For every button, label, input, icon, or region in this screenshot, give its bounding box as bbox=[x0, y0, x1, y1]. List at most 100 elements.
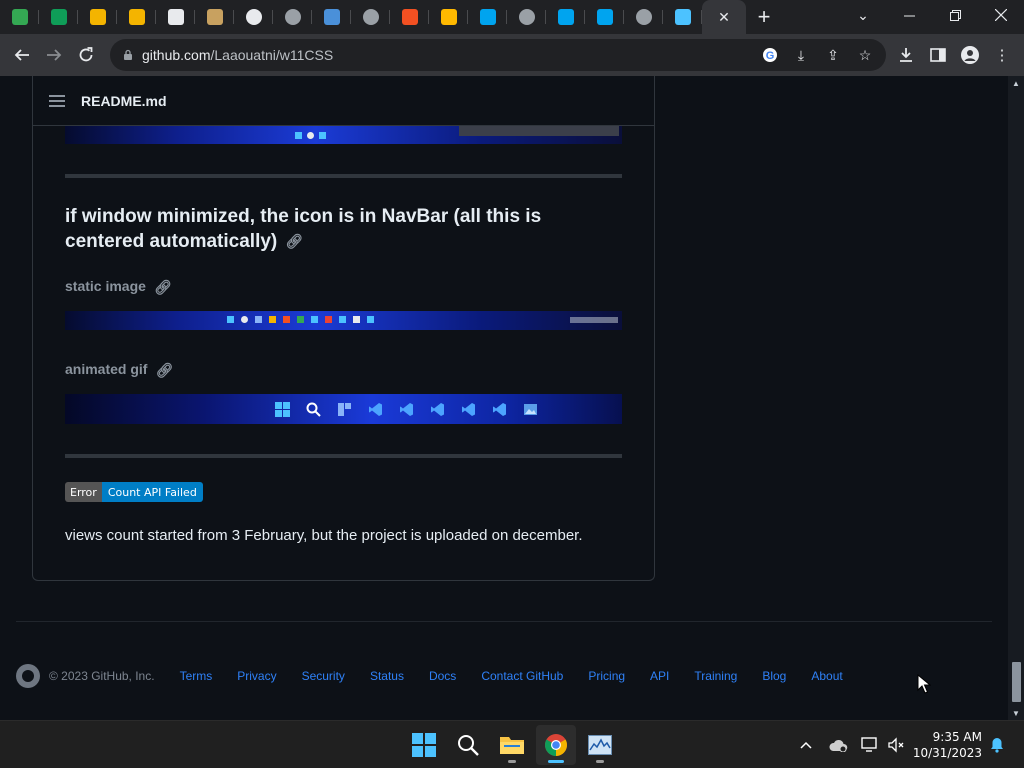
install-app-icon[interactable]: ⤓ bbox=[791, 45, 811, 65]
show-hidden-icons-chevron-icon[interactable] bbox=[796, 735, 816, 755]
browser-tab[interactable] bbox=[429, 0, 468, 34]
active-indicator bbox=[548, 760, 564, 763]
browser-tab[interactable] bbox=[351, 0, 390, 34]
profile-icon[interactable] bbox=[958, 43, 982, 67]
browser-tab[interactable] bbox=[507, 0, 546, 34]
browser-tab[interactable] bbox=[78, 0, 117, 34]
network-icon[interactable] bbox=[860, 735, 880, 755]
windows-start-icon bbox=[275, 402, 290, 417]
notification-bell-icon[interactable] bbox=[987, 735, 1007, 755]
footer-link-api[interactable]: API bbox=[650, 669, 669, 683]
bookmark-star-icon[interactable]: ☆ bbox=[855, 45, 875, 65]
avatar bbox=[961, 46, 979, 64]
readme-header: README.md bbox=[33, 76, 654, 126]
address-bar[interactable]: github.com/Laaouatni/w11CSS G ⤓ ⇪ ☆ bbox=[110, 39, 886, 71]
forward-arrow-icon bbox=[47, 49, 62, 61]
vscode-icon bbox=[400, 403, 413, 416]
footer-link-terms[interactable]: Terms bbox=[180, 669, 213, 683]
animated-gif-label: animated gif bbox=[65, 361, 148, 377]
downloads-icon[interactable] bbox=[894, 43, 918, 67]
folder-icon bbox=[500, 737, 524, 754]
task-manager-button[interactable] bbox=[580, 725, 620, 765]
footer-link-docs[interactable]: Docs bbox=[429, 669, 456, 683]
active-tab[interactable]: ✕ bbox=[702, 0, 746, 34]
browser-tab[interactable] bbox=[39, 0, 78, 34]
static-image-heading: static image 🔗︎ bbox=[65, 278, 172, 296]
scroll-up-icon[interactable]: ▲ bbox=[1008, 76, 1024, 90]
browser-tab[interactable] bbox=[117, 0, 156, 34]
footer-link-privacy[interactable]: Privacy bbox=[237, 669, 276, 683]
scroll-thumb[interactable] bbox=[1012, 662, 1021, 702]
share-icon[interactable]: ⇪ bbox=[823, 45, 843, 65]
vscode-icon bbox=[431, 403, 444, 416]
anchor-link-icon[interactable]: 🔗︎ bbox=[154, 279, 172, 296]
outline-list-icon[interactable] bbox=[49, 94, 65, 107]
anchor-link-icon[interactable]: 🔗︎ bbox=[285, 229, 303, 254]
new-tab-button[interactable]: + bbox=[746, 0, 782, 34]
reload-button[interactable] bbox=[70, 39, 102, 71]
restore-button[interactable] bbox=[932, 0, 978, 30]
footer-link-blog[interactable]: Blog bbox=[762, 669, 786, 683]
footer-link-contact[interactable]: Contact GitHub bbox=[481, 669, 563, 683]
url-text[interactable]: github.com/Laaouatni/w11CSS bbox=[142, 47, 333, 63]
browser-tab[interactable] bbox=[156, 0, 195, 34]
browser-tab[interactable] bbox=[195, 0, 234, 34]
chrome-button[interactable] bbox=[536, 725, 576, 765]
system-clock[interactable]: 9:35 AM 10/31/2023 bbox=[912, 729, 982, 761]
mini-toolbar bbox=[459, 126, 619, 136]
taskbar-search-button[interactable] bbox=[448, 725, 488, 765]
github-favicon-icon bbox=[245, 9, 262, 25]
side-panel-icon[interactable] bbox=[926, 43, 950, 67]
browser-tab[interactable] bbox=[663, 0, 702, 34]
tab-search-icon[interactable]: ⌄ bbox=[840, 0, 886, 30]
browser-tab[interactable] bbox=[624, 0, 663, 34]
back-arrow-icon bbox=[14, 49, 29, 61]
onedrive-icon[interactable] bbox=[828, 735, 848, 755]
footer-link-pricing[interactable]: Pricing bbox=[588, 669, 625, 683]
browser-tab[interactable] bbox=[585, 0, 624, 34]
volume-muted-icon[interactable] bbox=[886, 735, 906, 755]
url-path: /Laaouatni/w11CSS bbox=[210, 47, 334, 63]
browser-tab[interactable] bbox=[546, 0, 585, 34]
page-scrollbar[interactable]: ▲ ▼ bbox=[1008, 76, 1024, 720]
screenshot-image-cropped bbox=[65, 126, 622, 144]
badge-message: Count API Failed bbox=[101, 482, 203, 502]
browser-tab[interactable] bbox=[468, 0, 507, 34]
footer-link-training[interactable]: Training bbox=[694, 669, 737, 683]
browser-tab[interactable] bbox=[0, 0, 39, 34]
google-lens-icon[interactable]: G bbox=[760, 45, 780, 65]
download-arrow-icon bbox=[900, 48, 912, 62]
browser-tab[interactable] bbox=[273, 0, 312, 34]
reload-icon bbox=[79, 47, 93, 62]
footer-link-about[interactable]: About bbox=[811, 669, 842, 683]
browser-tab[interactable] bbox=[234, 0, 273, 34]
sheet-favicon-icon bbox=[50, 9, 67, 25]
forward-button[interactable] bbox=[38, 39, 70, 71]
footer-link-status[interactable]: Status bbox=[370, 669, 404, 683]
chrome-icon bbox=[545, 734, 567, 756]
view-count-badge[interactable]: Error Count API Failed bbox=[65, 482, 203, 502]
footer-divider bbox=[16, 621, 992, 622]
search-icon bbox=[306, 402, 321, 417]
vscode-icon bbox=[369, 403, 382, 416]
anchor-link-icon[interactable]: 🔗︎ bbox=[155, 362, 173, 379]
clock-date: 10/31/2023 bbox=[912, 746, 982, 760]
browser-tab[interactable] bbox=[312, 0, 351, 34]
minimize-button[interactable] bbox=[886, 0, 932, 30]
close-window-button[interactable] bbox=[978, 0, 1024, 30]
globe-favicon-icon bbox=[635, 9, 652, 25]
file-explorer-button[interactable] bbox=[492, 725, 532, 765]
footer-link-security[interactable]: Security bbox=[302, 669, 345, 683]
menu-kebab-icon[interactable]: ⋮ bbox=[990, 43, 1014, 67]
start-button[interactable] bbox=[404, 725, 444, 765]
browser-tab[interactable] bbox=[390, 0, 429, 34]
back-button[interactable] bbox=[6, 39, 38, 71]
gif-taskbar-icons bbox=[275, 402, 538, 417]
github-logo-icon[interactable] bbox=[16, 664, 40, 688]
scroll-down-icon[interactable]: ▼ bbox=[1008, 706, 1024, 720]
app-favicon-icon bbox=[11, 9, 28, 25]
windows-taskbar: 9:35 AM 10/31/2023 bbox=[0, 720, 1024, 768]
animated-taskbar-gif bbox=[65, 394, 622, 424]
minimize-icon bbox=[903, 15, 915, 16]
close-tab-icon[interactable]: ✕ bbox=[718, 9, 730, 26]
